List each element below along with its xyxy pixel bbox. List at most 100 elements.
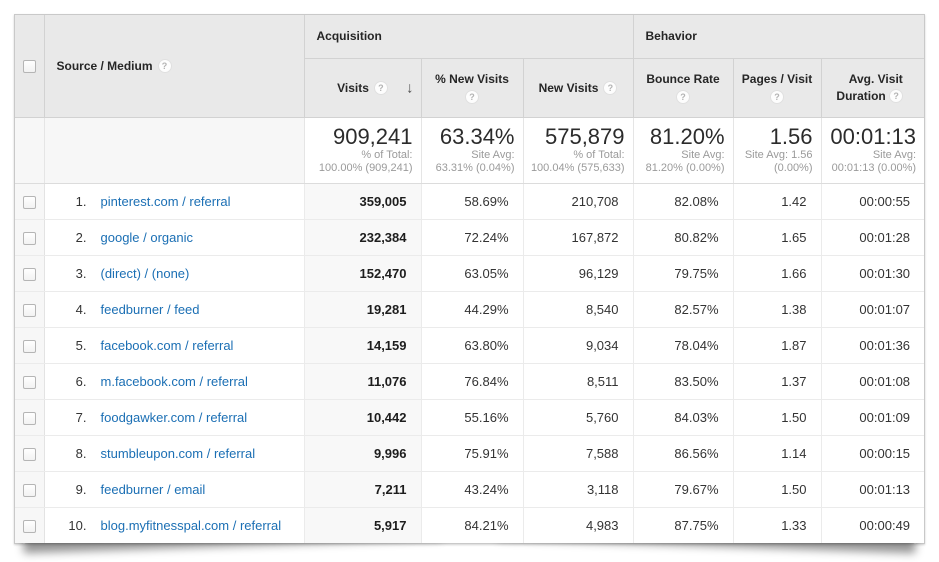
column-header-source-medium[interactable]: Source / Medium ? — [44, 15, 304, 117]
source-medium-link[interactable]: blog.myfitnesspal.com / referral — [101, 518, 282, 533]
source-medium-link[interactable]: feedburner / email — [101, 482, 206, 497]
column-header-pages-visit[interactable]: Pages / Visit ? — [733, 58, 821, 117]
help-icon[interactable]: ? — [770, 90, 784, 104]
bounce-rate-cell: 82.08% — [633, 183, 733, 219]
row-checkbox[interactable] — [23, 520, 36, 533]
row-checkbox-cell — [15, 363, 44, 399]
source-medium-cell: 1. pinterest.com / referral — [44, 183, 304, 219]
source-medium-cell: 8. stumbleupon.com / referral — [44, 435, 304, 471]
pct-new-visits-cell: 76.84% — [421, 363, 523, 399]
pct-new-visits-cell: 43.24% — [421, 471, 523, 507]
bounce-rate-label: Bounce Rate — [646, 72, 719, 86]
visits-cell: 19,281 — [304, 291, 421, 327]
source-medium-cell: 7. foodgawker.com / referral — [44, 399, 304, 435]
row-checkbox[interactable] — [23, 196, 36, 209]
row-checkbox-cell — [15, 435, 44, 471]
source-medium-table: Source / Medium ? Acquisition Behavior — [15, 15, 924, 543]
row-checkbox-cell — [15, 327, 44, 363]
totals-source-cell — [44, 117, 304, 183]
visits-label: Visits — [337, 81, 369, 95]
avg-visit-duration-cell: 00:01:30 — [821, 255, 924, 291]
table-row: 5.facebook.com / referral 14,159 63.80% … — [15, 327, 924, 363]
avg-visit-duration-cell: 00:00:15 — [821, 435, 924, 471]
row-checkbox-cell — [15, 507, 44, 543]
row-rank: 8. — [53, 446, 87, 461]
column-header-avg-visit-duration[interactable]: Avg. Visit Duration ? — [821, 58, 924, 117]
visits-cell: 10,442 — [304, 399, 421, 435]
source-medium-link[interactable]: feedburner / feed — [101, 302, 200, 317]
table-row: 9.feedburner / email 7,211 43.24% 3,118 … — [15, 471, 924, 507]
source-medium-link[interactable]: foodgawker.com / referral — [101, 410, 248, 425]
bounce-rate-cell: 87.75% — [633, 507, 733, 543]
avg-visit-duration-cell: 00:01:28 — [821, 219, 924, 255]
row-rank: 3. — [53, 266, 87, 281]
select-all-checkbox[interactable] — [23, 60, 36, 73]
source-medium-link[interactable]: google / organic — [101, 230, 194, 245]
table-row: 10.blog.myfitnesspal.com / referral 5,91… — [15, 507, 924, 543]
bounce-rate-cell: 78.04% — [633, 327, 733, 363]
source-medium-link[interactable]: facebook.com / referral — [101, 338, 234, 353]
totals-bounce-rate: 81.20% Site Avg: 81.20% (0.00%) — [633, 117, 733, 183]
totals-checkbox-cell — [15, 117, 44, 183]
help-icon[interactable]: ? — [158, 59, 172, 73]
row-rank: 7. — [53, 410, 87, 425]
row-rank: 5. — [53, 338, 87, 353]
pct-new-visits-cell: 63.05% — [421, 255, 523, 291]
pct-new-visits-cell: 44.29% — [421, 291, 523, 327]
pages-visit-cell: 1.50 — [733, 471, 821, 507]
row-rank: 6. — [53, 374, 87, 389]
pct-new-visits-cell: 72.24% — [421, 219, 523, 255]
new-visits-cell: 4,983 — [523, 507, 633, 543]
help-icon[interactable]: ? — [889, 89, 903, 103]
new-visits-label: New Visits — [539, 81, 599, 95]
pages-visit-cell: 1.33 — [733, 507, 821, 543]
source-medium-table-card: Source / Medium ? Acquisition Behavior — [14, 14, 925, 544]
column-header-new-visits[interactable]: New Visits ? — [523, 58, 633, 117]
source-medium-link[interactable]: (direct) / (none) — [101, 266, 190, 281]
pages-visit-cell: 1.87 — [733, 327, 821, 363]
new-visits-cell: 8,540 — [523, 291, 633, 327]
source-medium-link[interactable]: stumbleupon.com / referral — [101, 446, 256, 461]
visits-cell: 232,384 — [304, 219, 421, 255]
column-header-pct-new-visits[interactable]: % New Visits ? — [421, 58, 523, 117]
row-rank: 10. — [53, 518, 87, 533]
pages-visit-cell: 1.38 — [733, 291, 821, 327]
new-visits-cell: 5,760 — [523, 399, 633, 435]
visits-cell: 7,211 — [304, 471, 421, 507]
sort-descending-icon[interactable]: ↓ — [406, 79, 414, 96]
source-medium-link[interactable]: pinterest.com / referral — [101, 194, 231, 209]
source-medium-cell: 5. facebook.com / referral — [44, 327, 304, 363]
avg-visit-duration-cell: 00:01:07 — [821, 291, 924, 327]
group-header-behavior: Behavior — [633, 15, 924, 58]
pct-new-visits-cell: 55.16% — [421, 399, 523, 435]
row-checkbox[interactable] — [23, 340, 36, 353]
row-checkbox[interactable] — [23, 484, 36, 497]
pct-new-visits-cell: 84.21% — [421, 507, 523, 543]
column-header-visits[interactable]: Visits ? ↓ — [304, 58, 421, 117]
help-icon[interactable]: ? — [676, 90, 690, 104]
pages-visit-cell: 1.14 — [733, 435, 821, 471]
table-row: 6.m.facebook.com / referral 11,076 76.84… — [15, 363, 924, 399]
visits-cell: 152,470 — [304, 255, 421, 291]
table-row: 3.(direct) / (none) 152,470 63.05% 96,12… — [15, 255, 924, 291]
table-row: 7. foodgawker.com / referral 10,442 55.16… — [15, 399, 924, 435]
row-checkbox-cell — [15, 255, 44, 291]
row-checkbox[interactable] — [23, 268, 36, 281]
row-checkbox[interactable] — [23, 304, 36, 317]
table-body: 1.pinterest.com / referral 359,005 58.69… — [15, 183, 924, 543]
help-icon[interactable]: ? — [374, 81, 388, 95]
source-medium-cell: 2.google / organic — [44, 219, 304, 255]
totals-row: 909,241 % of Total: 100.00% (909,241) 63… — [15, 117, 924, 183]
source-medium-label: Source / Medium — [57, 59, 153, 73]
help-icon[interactable]: ? — [603, 81, 617, 95]
row-checkbox[interactable] — [23, 412, 36, 425]
row-checkbox[interactable] — [23, 232, 36, 245]
row-rank: 1. — [53, 194, 87, 209]
row-checkbox[interactable] — [23, 376, 36, 389]
help-icon[interactable]: ? — [465, 90, 479, 104]
table-row: 1.pinterest.com / referral 359,005 58.69… — [15, 183, 924, 219]
column-header-bounce-rate[interactable]: Bounce Rate ? — [633, 58, 733, 117]
source-medium-link[interactable]: m.facebook.com / referral — [101, 374, 248, 389]
row-checkbox[interactable] — [23, 448, 36, 461]
bounce-rate-cell: 83.50% — [633, 363, 733, 399]
